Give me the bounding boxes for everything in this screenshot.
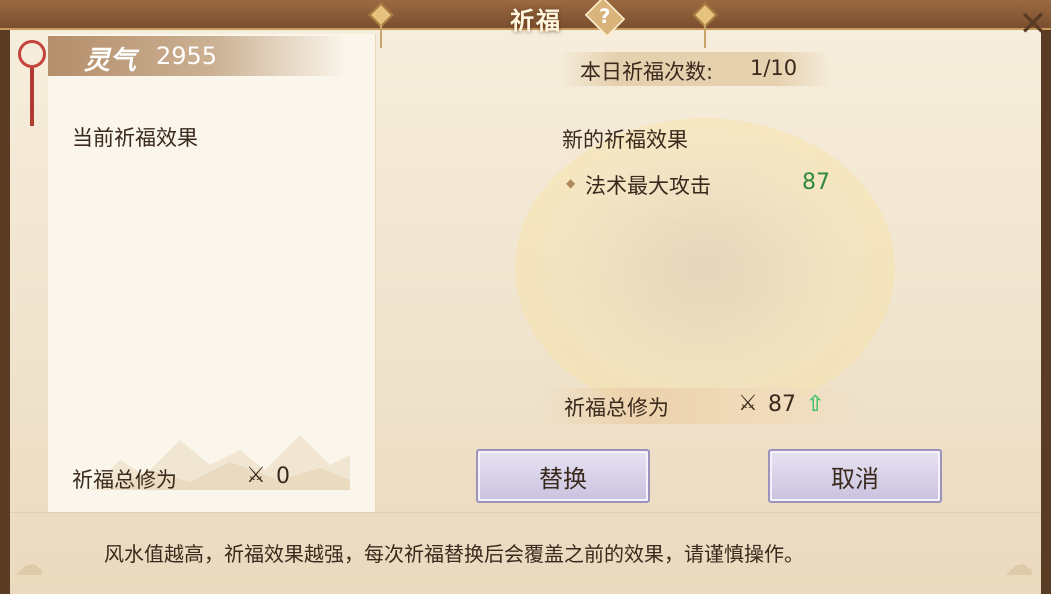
up-arrow-icon: ⇧	[806, 392, 825, 417]
tassel-decoration	[18, 32, 46, 132]
dialog-title: 祈福	[510, 7, 562, 35]
cloud-decoration-icon: ☁	[1004, 548, 1034, 583]
close-x-icon: ✕	[1018, 4, 1048, 44]
crossed-swords-icon: ⚔	[246, 463, 266, 488]
diamond-bullet-icon: ◆	[566, 176, 576, 190]
lingqi-label: 灵气	[84, 46, 137, 76]
left-total-label: 祈福总修为	[72, 468, 177, 492]
close-button[interactable]: ✕	[1016, 2, 1050, 46]
footer-divider	[10, 512, 1041, 513]
blessing-glow	[515, 118, 895, 418]
new-total-value: 87	[768, 392, 796, 417]
left-total-value: 0	[276, 464, 290, 489]
replace-button[interactable]: 替换	[476, 449, 650, 503]
current-effect-title: 当前祈福效果	[72, 126, 198, 150]
cancel-button[interactable]: 取消	[768, 449, 942, 503]
attribute-name: 法术最大攻击	[585, 174, 711, 198]
crossed-swords-icon: ⚔	[738, 391, 758, 416]
replace-button-label: 替换	[539, 464, 587, 493]
new-effect-title: 新的祈福效果	[562, 128, 688, 152]
footer-note: 风水值越高，祈福效果越强，每次祈福替换后会覆盖之前的效果，请谨慎操作。	[104, 542, 804, 566]
cloud-decoration-icon: ☁	[14, 548, 44, 583]
ornament-knot-icon	[690, 2, 720, 48]
daily-count-label: 本日祈福次数:	[580, 60, 714, 84]
new-total-label: 祈福总修为	[564, 396, 669, 420]
lingqi-value: 2955	[156, 42, 218, 70]
attribute-value: 87	[802, 170, 830, 195]
daily-count-value: 1/10	[750, 56, 798, 80]
cancel-button-label: 取消	[831, 464, 879, 493]
